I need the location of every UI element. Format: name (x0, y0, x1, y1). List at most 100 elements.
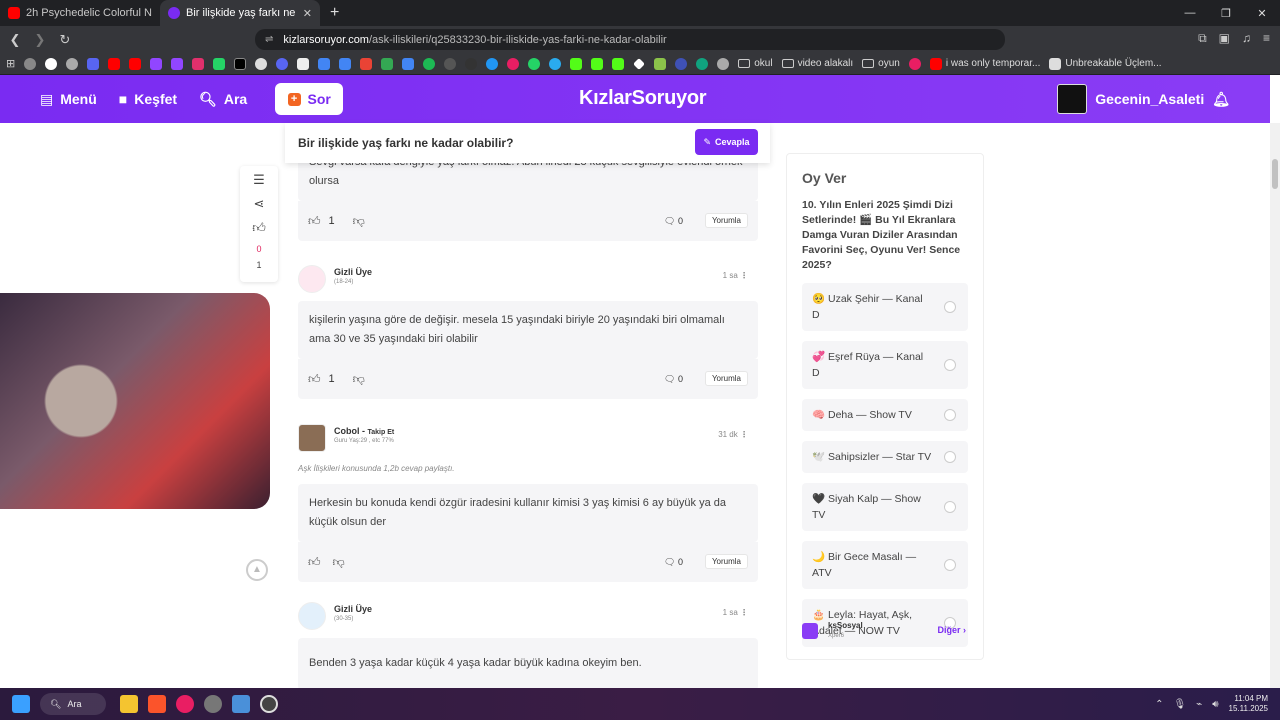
file-explorer-icon[interactable] (120, 695, 138, 713)
site-info-icon[interactable]: ⇌ (265, 34, 273, 45)
poll-option[interactable]: 🧠 Deha — Show TV (802, 399, 968, 431)
brave-icon[interactable] (148, 695, 166, 713)
site-logo[interactable]: KızlarSoruyor (579, 87, 707, 110)
bookmark-folder-video[interactable]: video alakalı (781, 58, 853, 69)
maximize-button[interactable]: ❐ (1208, 0, 1244, 26)
poll-option[interactable]: 🖤 Siyah Kalp — Show TV (802, 483, 968, 531)
poll-option[interactable]: 🕊️ Sahipsizler — Star TV (802, 441, 968, 473)
thumbs-up-icon[interactable]: 👍︎ (308, 555, 321, 570)
x-icon[interactable] (234, 57, 247, 70)
share-icon[interactable]: ⋖ (254, 196, 265, 214)
media-icon[interactable]: ♫ (1242, 31, 1251, 46)
comment-count[interactable]: 🗨︎ 0 (664, 374, 683, 385)
clock[interactable]: 11:04 PM 15.11.2025 (1229, 694, 1268, 714)
ask-button[interactable]: + Sor (275, 83, 344, 115)
bookmark-icon[interactable] (297, 57, 310, 70)
more-options-icon[interactable]: ⋮ (740, 430, 748, 439)
new-tab-button[interactable]: + (320, 0, 349, 26)
add-to-list-icon[interactable]: ☰ (253, 172, 265, 190)
more-options-icon[interactable]: ⋮ (740, 271, 748, 280)
bookmark-icon[interactable] (675, 57, 688, 70)
minimize-button[interactable]: — (1172, 0, 1208, 26)
more-options-icon[interactable]: ⋮ (740, 608, 748, 617)
bookmark-icon[interactable] (507, 57, 520, 70)
bookmark-icon[interactable] (402, 57, 415, 70)
twitch-icon[interactable] (150, 57, 163, 70)
bookmark-folder-oyun[interactable]: oyun (862, 58, 900, 69)
drive-icon[interactable] (381, 57, 394, 70)
radio-button[interactable] (944, 559, 956, 571)
sidebar-icon[interactable]: ▣ (1219, 31, 1230, 46)
scroll-to-top-button[interactable]: ▲ (246, 559, 268, 581)
menu-icon[interactable]: ≡ (1263, 31, 1270, 46)
bookmark-icon[interactable] (908, 57, 921, 70)
bookmark-icon[interactable] (633, 57, 646, 70)
poll-option[interactable]: 🥺 Uzak Şehir — Kanal D (802, 283, 968, 331)
microphone-icon[interactable]: 🎙︎ (1174, 699, 1187, 710)
poll-question[interactable]: 10. Yılın Enleri 2025 Şimdi Dizi Setleri… (802, 198, 968, 273)
telegram-icon[interactable] (549, 57, 562, 70)
search-button[interactable]: 🔍︎ Ara (199, 91, 247, 108)
spotify-icon[interactable] (423, 57, 436, 70)
bookmark-folder-okul[interactable]: okul (738, 58, 773, 69)
radio-button[interactable] (944, 451, 956, 463)
reply-button[interactable]: Yorumla (704, 371, 748, 386)
extensions-icon[interactable]: ⧉ (1198, 31, 1207, 46)
close-tab-icon[interactable]: ✕ (303, 7, 312, 20)
forward-icon[interactable]: ❯ (30, 32, 50, 48)
follow-button[interactable]: Takip Et (368, 429, 395, 436)
comment-count[interactable]: 🗨︎ 0 (664, 557, 683, 568)
bookmark-icon[interactable] (66, 57, 79, 70)
twitch-icon[interactable] (171, 57, 184, 70)
more-polls-link[interactable]: Diğer › (937, 625, 966, 635)
answer-author[interactable]: Gizli Üye (334, 604, 372, 614)
menu-button[interactable]: ▤ Menü (40, 91, 97, 108)
radio-button[interactable] (944, 301, 956, 313)
tab-kizlarsoruyor[interactable]: Bir ilişkide yaş farkı ne kadar olab ✕ (160, 0, 320, 26)
app-icon[interactable] (204, 695, 222, 713)
notification-bell-icon[interactable]: 🔔︎ (1212, 91, 1230, 108)
explore-button[interactable]: ■ Keşfet (119, 91, 177, 107)
windows-start-icon[interactable] (12, 695, 30, 713)
whatsapp-icon[interactable] (528, 57, 541, 70)
bookmark-icon[interactable] (444, 57, 457, 70)
poll-source[interactable]: ksSosyal (828, 621, 863, 630)
gmail-icon[interactable] (360, 57, 373, 70)
answer-button[interactable]: ✎ Cevapla (695, 129, 758, 155)
poll-option[interactable]: 💞 Eşref Rüya — Kanal D (802, 341, 968, 389)
thumbs-up-icon[interactable]: 👍︎ (308, 372, 321, 387)
thumbs-down-icon[interactable]: 👎︎ (353, 372, 365, 387)
page-scrollbar[interactable] (1270, 123, 1280, 688)
scrollbar-thumb[interactable] (1272, 159, 1278, 189)
thumbs-down-icon[interactable]: 👎︎ (353, 214, 365, 229)
bookmark-icon[interactable] (213, 57, 226, 70)
radio-button[interactable] (944, 501, 956, 513)
volume-icon[interactable]: 🔊︎ (1212, 699, 1218, 710)
bookmark-icon[interactable] (654, 57, 667, 70)
thumbs-up-icon[interactable]: 👍︎ (308, 214, 321, 229)
tab-youtube[interactable]: 2h Psychedelic Colorful Neon Backgr (0, 0, 160, 26)
chevron-up-icon[interactable]: ⌃ (1155, 699, 1163, 710)
radio-button[interactable] (944, 359, 956, 371)
instagram-icon[interactable] (192, 57, 205, 70)
bookmark-icon[interactable] (717, 57, 730, 70)
history-icon[interactable] (24, 57, 37, 70)
bookmark-link-temporary[interactable]: i was only temporar... (929, 57, 1040, 70)
radio-button[interactable] (944, 409, 956, 421)
network-icon[interactable]: ⌁ (1196, 699, 1202, 710)
url-field[interactable]: ⇌ kizlarsoruyor.com/ask-iliskileri/q2583… (255, 29, 1005, 50)
comment-count[interactable]: 🗨︎ 0 (664, 216, 683, 227)
youtube-icon[interactable] (129, 57, 142, 70)
reply-button[interactable]: Yorumla (704, 213, 748, 228)
bookmark-icon[interactable] (255, 57, 268, 70)
taskbar-search[interactable]: 🔍︎ Ara (40, 693, 106, 715)
close-window-button[interactable]: ✕ (1244, 0, 1280, 26)
app-icon[interactable] (260, 695, 278, 713)
thumbs-up-icon[interactable]: 👍︎ (252, 220, 266, 238)
discord-icon[interactable] (276, 57, 289, 70)
photos-icon[interactable] (232, 695, 250, 713)
media-player-icon[interactable] (176, 695, 194, 713)
apps-grid-icon[interactable]: ⊞ (6, 57, 15, 70)
reply-button[interactable]: Yorumla (704, 554, 748, 569)
avatar[interactable] (1057, 84, 1088, 114)
